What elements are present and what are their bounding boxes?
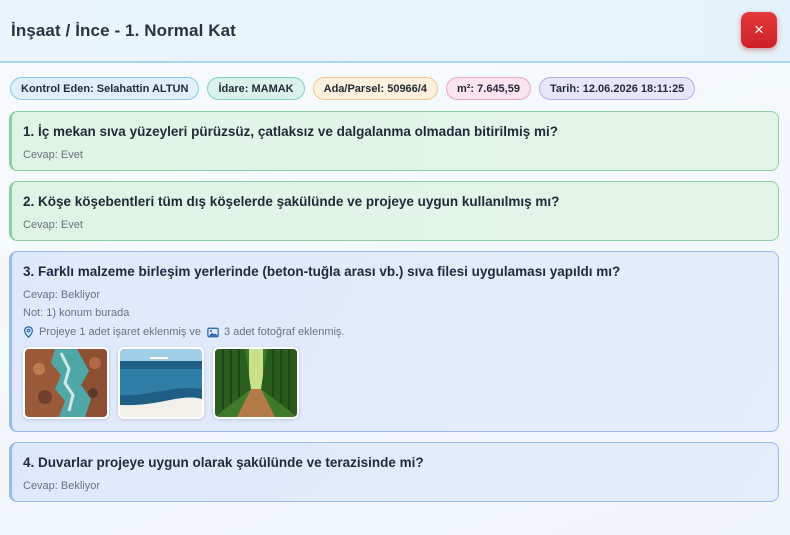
image-icon [207, 327, 219, 337]
close-button[interactable]: × [741, 11, 777, 48]
photo-thumbnail[interactable] [23, 347, 109, 419]
parcel-badge: Ada/Parsel: 50966/4 [312, 77, 438, 100]
answer-text: Cevap: Evet [23, 149, 83, 161]
close-icon: × [754, 19, 764, 39]
page-title: İnşaat / İnce - 1. Normal Kat [11, 20, 236, 40]
inspector-badge: Kontrol Eden: Selahattin ALTUN [10, 77, 200, 100]
question-card-3[interactable]: 3. Farklı malzeme birleşim yerlerinde (b… [9, 251, 779, 432]
area-badge: m²: 7.645,59 [445, 77, 531, 100]
admin-badge: İdare: MAMAK [207, 77, 305, 100]
date-badge: Tarih: 12.06.2026 18:11:25 [538, 77, 696, 100]
question-card-1[interactable]: 1. İç mekan sıva yüzeyleri pürüzsüz, çat… [9, 111, 779, 171]
question-card-4[interactable]: 4. Duvarlar projeye uygun olarak şakülün… [9, 442, 779, 502]
attachment-info: Projeye 1 adet işaret eklenmiş ve 3 adet… [23, 326, 767, 338]
question-text: 4. Duvarlar projeye uygun olarak şakülün… [23, 455, 424, 470]
photo-info-text: 3 adet fotoğraf eklenmiş. [224, 326, 345, 338]
modal-header: İnşaat / İnce - 1. Normal Kat × [0, 0, 790, 63]
question-text: 3. Farklı malzeme birleşim yerlerinde (b… [23, 264, 621, 279]
inspection-modal: İnşaat / İnce - 1. Normal Kat × Kontrol … [0, 0, 790, 535]
info-badges: Kontrol Eden: Selahattin ALTUN İdare: MA… [0, 63, 790, 100]
photo-thumbnail[interactable] [213, 347, 299, 419]
photo-thumbnail[interactable] [118, 347, 204, 419]
question-list: 1. İç mekan sıva yüzeyleri pürüzsüz, çat… [0, 100, 790, 502]
answer-text: Cevap: Bekliyor [23, 289, 101, 301]
marker-info-text: Projeye 1 adet işaret eklenmiş ve [39, 326, 202, 338]
question-card-2[interactable]: 2. Köşe köşebentleri tüm dış köşelerde ş… [9, 181, 779, 241]
answer-text: Cevap: Evet [23, 219, 83, 231]
question-text: 1. İç mekan sıva yüzeyleri pürüzsüz, çat… [23, 124, 558, 139]
answer-text: Cevap: Bekliyor [23, 480, 101, 492]
question-text: 2. Köşe köşebentleri tüm dış köşelerde ş… [23, 194, 560, 209]
note-text: Not: 1) konum burada [23, 307, 130, 319]
map-pin-icon [24, 326, 33, 338]
photo-gallery [23, 347, 767, 431]
